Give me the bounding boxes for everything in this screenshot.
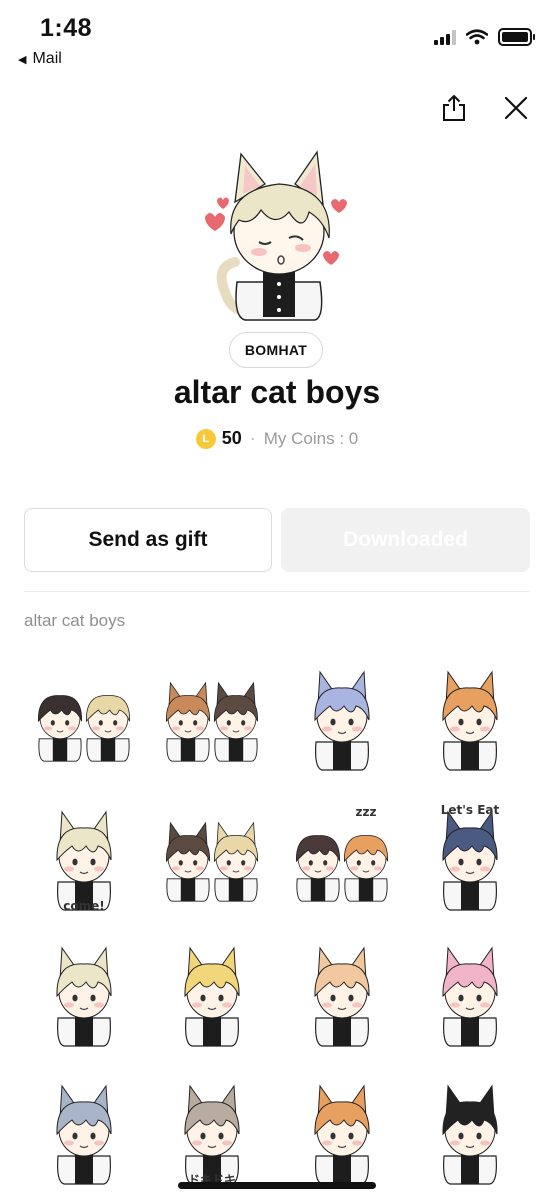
sticker-two-boys-walking[interactable] [24,654,144,774]
back-label: Mail [32,50,62,67]
hero-sticker-image [205,150,347,321]
coin-icon: L [195,428,216,449]
sticker-pink-blond-boy[interactable] [282,930,402,1050]
status-time: 1:48 [40,14,93,42]
author-chip[interactable]: BOMHAT [229,332,323,368]
sticker-boys-hugging[interactable] [152,794,272,914]
sticker-image [314,670,370,771]
price-row: L 50 · My Coins : 0 [0,428,554,449]
sticker-boys-sleeping[interactable]: zzz [282,794,402,914]
price-value: 50 [221,428,242,448]
home-indicator[interactable] [178,1182,376,1189]
sticker-image [37,695,131,762]
downloaded-button[interactable]: Downloaded [281,508,530,572]
sticker-image [165,821,259,902]
sticker-grey-brown-boy-doki[interactable]: ドキドキ [152,1068,272,1188]
cellular-signal-icon [434,29,456,45]
sticker-black-hair-boy[interactable] [410,1068,530,1188]
my-coins-text: My Coins : 0 [263,428,359,448]
send-as-gift-button[interactable]: Send as gift [24,508,272,572]
divider [24,591,530,592]
sticker-image [56,946,112,1047]
sticker-boy-kneeling-table[interactable] [282,654,402,774]
sticker-pink-hair-boy[interactable] [410,930,530,1050]
separator-dot: · [249,428,256,448]
back-to-mail-button[interactable]: ◀ Mail [18,50,62,68]
sticker-grey-boy-smile[interactable] [24,1068,144,1188]
sticker-image [442,946,498,1047]
status-icons [434,28,535,46]
status-bar: 1:48 ◀ Mail [0,0,554,80]
sticker-caption: zzz [356,805,377,819]
sticker-image [314,1084,370,1185]
sticker-caption: come! [63,899,104,913]
battery-icon [498,28,535,46]
sticker-image [184,946,240,1047]
share-icon [443,95,465,121]
sticker-image [442,1084,498,1185]
close-button[interactable] [500,92,532,124]
sticker-image [56,1084,112,1185]
wifi-icon [466,29,488,45]
sticker-image: zzz [295,805,389,902]
close-icon [504,96,528,120]
sticker-section-label: altar cat boys [24,611,126,630]
sticker-image [442,670,498,771]
sticker-boy-come[interactable]: come! [24,794,144,914]
sticker-lets-eat[interactable]: Let's Eat [410,794,530,914]
sticker-image: Let's Eat [441,803,500,911]
sticker-caption: Let's Eat [441,803,500,817]
sticker-image: come! [56,810,112,913]
sticker-yellow-boy-crying[interactable] [152,930,272,1050]
sticker-blond-boy-blush[interactable] [24,930,144,1050]
back-triangle-icon: ◀ [18,53,27,66]
sticker-image: ドキドキ [184,1084,240,1187]
share-button[interactable] [438,92,470,124]
sticker-two-boys-flowers[interactable] [152,654,272,774]
sticker-orange-boy-happy[interactable] [282,1068,402,1188]
pack-title: altar cat boys [173,374,381,410]
sticker-boy-drinking-wine[interactable] [410,654,530,774]
sticker-image [314,946,370,1047]
sticker-image [165,681,259,762]
